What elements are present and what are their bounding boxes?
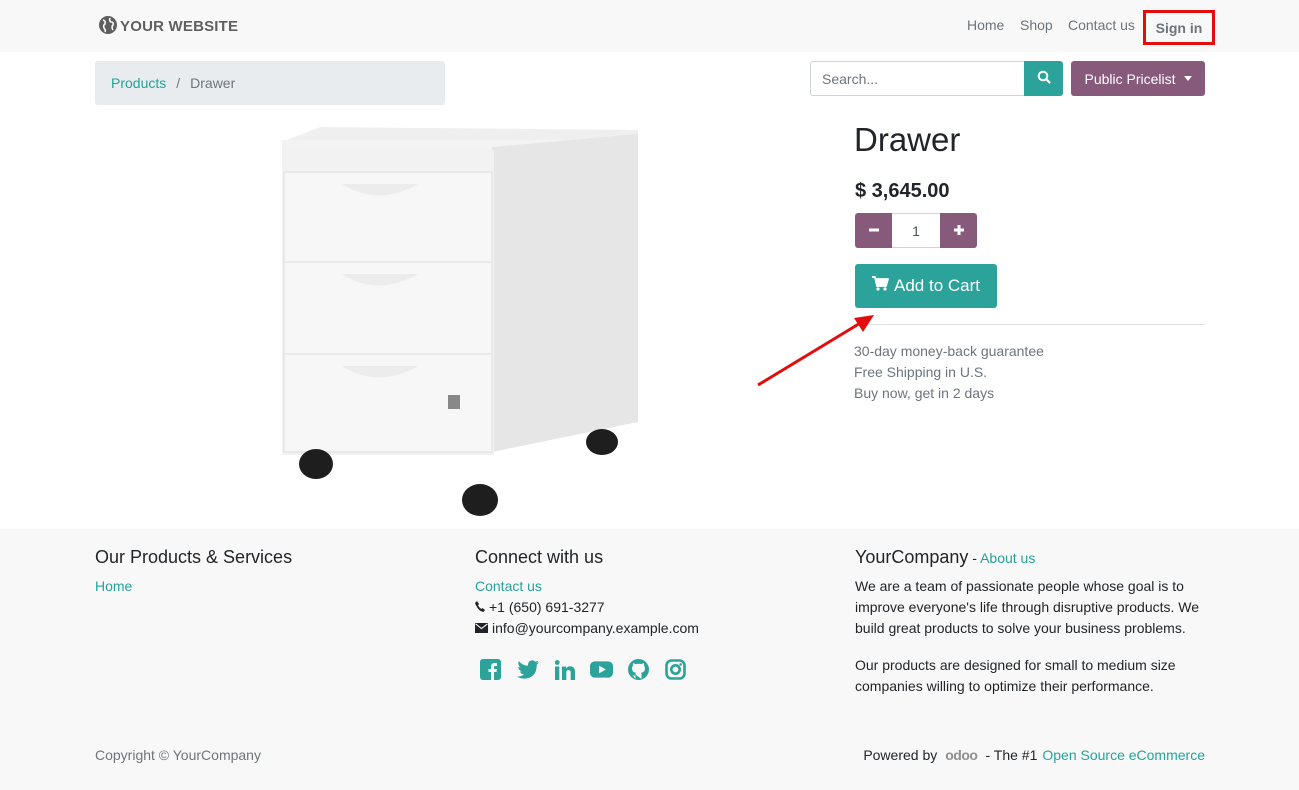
pricelist-dropdown[interactable]: Public Pricelist [1071, 61, 1205, 96]
sign-in-label: Sign in [1155, 19, 1203, 36]
product-price: $ 3,645.00 [855, 180, 950, 202]
plus-icon [953, 220, 965, 241]
decrease-quantity-button[interactable] [855, 213, 892, 248]
footer-company-separator: - [968, 550, 981, 566]
quantity-input[interactable]: 1 [892, 213, 940, 248]
logo-text: YOUR WEBSITE [120, 17, 239, 35]
annotation-arrow [757, 315, 874, 387]
product-image [270, 122, 660, 522]
footer-connect-title: Connect with us [475, 547, 604, 567]
facebook-icon[interactable] [479, 658, 502, 681]
github-icon[interactable] [627, 658, 650, 681]
footer-company-description-2: Our products are designed for small to m… [855, 657, 1176, 694]
footer-home-link[interactable]: Home [95, 578, 132, 594]
divider [854, 324, 1205, 325]
product-title: Drawer [854, 121, 961, 158]
twitter-icon[interactable] [516, 658, 539, 681]
search-bar [810, 61, 1063, 96]
footer-company-title: YourCompany [855, 547, 969, 567]
globe-icon [98, 15, 118, 38]
instagram-icon[interactable] [664, 658, 687, 681]
minus-icon [868, 220, 880, 241]
footer-phone: +1 (650) 691-3277 [475, 597, 699, 618]
nav-shop[interactable]: Shop [1020, 17, 1053, 33]
top-navbar: YOUR WEBSITE Home Shop Contact us Sign i… [0, 0, 1299, 52]
search-icon [1037, 70, 1051, 87]
nav-contact-us[interactable]: Contact us [1068, 17, 1135, 33]
perk-item: Free Shipping in U.S. [854, 364, 988, 380]
search-button[interactable] [1024, 61, 1063, 96]
footer-company-column: YourCompany - About us We are a team of … [855, 547, 1205, 697]
footer-company-description: We are a team of passionate people whose… [855, 578, 1200, 636]
about-us-link[interactable]: About us [980, 550, 1035, 566]
site-logo[interactable]: YOUR WEBSITE [98, 15, 238, 37]
footer-connect-column: Connect with us Contact us +1 (650) 691-… [475, 547, 699, 639]
product-perks: 30-day money-back guarantee Free Shippin… [854, 341, 1044, 404]
breadcrumb-products[interactable]: Products [111, 75, 166, 91]
sign-in-link[interactable]: Sign in [1143, 10, 1215, 45]
footer-products-column: Our Products & Services Home [95, 547, 292, 597]
breadcrumb-current: Drawer [190, 75, 236, 91]
perk-item: Buy now, get in 2 days [854, 385, 995, 401]
pricelist-label: Public Pricelist [1084, 70, 1176, 87]
add-to-cart-button[interactable]: Add to Cart [855, 264, 997, 308]
powered-by-label: Powered by [863, 747, 938, 763]
chevron-down-icon [1183, 76, 1192, 81]
social-links [479, 658, 687, 681]
breadcrumb-separator: / [176, 75, 181, 91]
search-input[interactable] [810, 61, 1025, 96]
footer-contact-link[interactable]: Contact us [475, 578, 542, 594]
odoo-logo[interactable]: odoo [945, 747, 978, 763]
footer-phone-text: +1 (650) 691-3277 [489, 599, 605, 615]
footer-email-text: info@yourcompany.example.com [492, 620, 699, 636]
cart-icon [872, 276, 894, 296]
youtube-icon[interactable] [590, 658, 613, 681]
quantity-stepper: 1 [855, 213, 977, 248]
perk-item: 30-day money-back guarantee [854, 343, 1044, 359]
nav-home[interactable]: Home [967, 17, 1004, 33]
copyright-text: Copyright © YourCompany [95, 747, 261, 763]
envelope-icon [475, 618, 488, 639]
footer: Our Products & Services Home Connect wit… [0, 529, 1299, 790]
powered-by: Powered by odoo - The #1 Open Source eCo… [863, 747, 1205, 763]
add-to-cart-label: Add to Cart [894, 276, 980, 295]
linkedin-icon[interactable] [553, 658, 576, 681]
footer-company-title-row: YourCompany - About us [855, 547, 1205, 568]
breadcrumb: Products / Drawer [95, 61, 445, 105]
footer-email: info@yourcompany.example.com [475, 618, 699, 639]
increase-quantity-button[interactable] [940, 213, 977, 248]
phone-icon [475, 597, 485, 618]
footer-products-title: Our Products & Services [95, 547, 293, 567]
powered-by-middle: - The #1 [985, 747, 1038, 763]
open-source-ecommerce-link[interactable]: Open Source eCommerce [1042, 747, 1205, 763]
